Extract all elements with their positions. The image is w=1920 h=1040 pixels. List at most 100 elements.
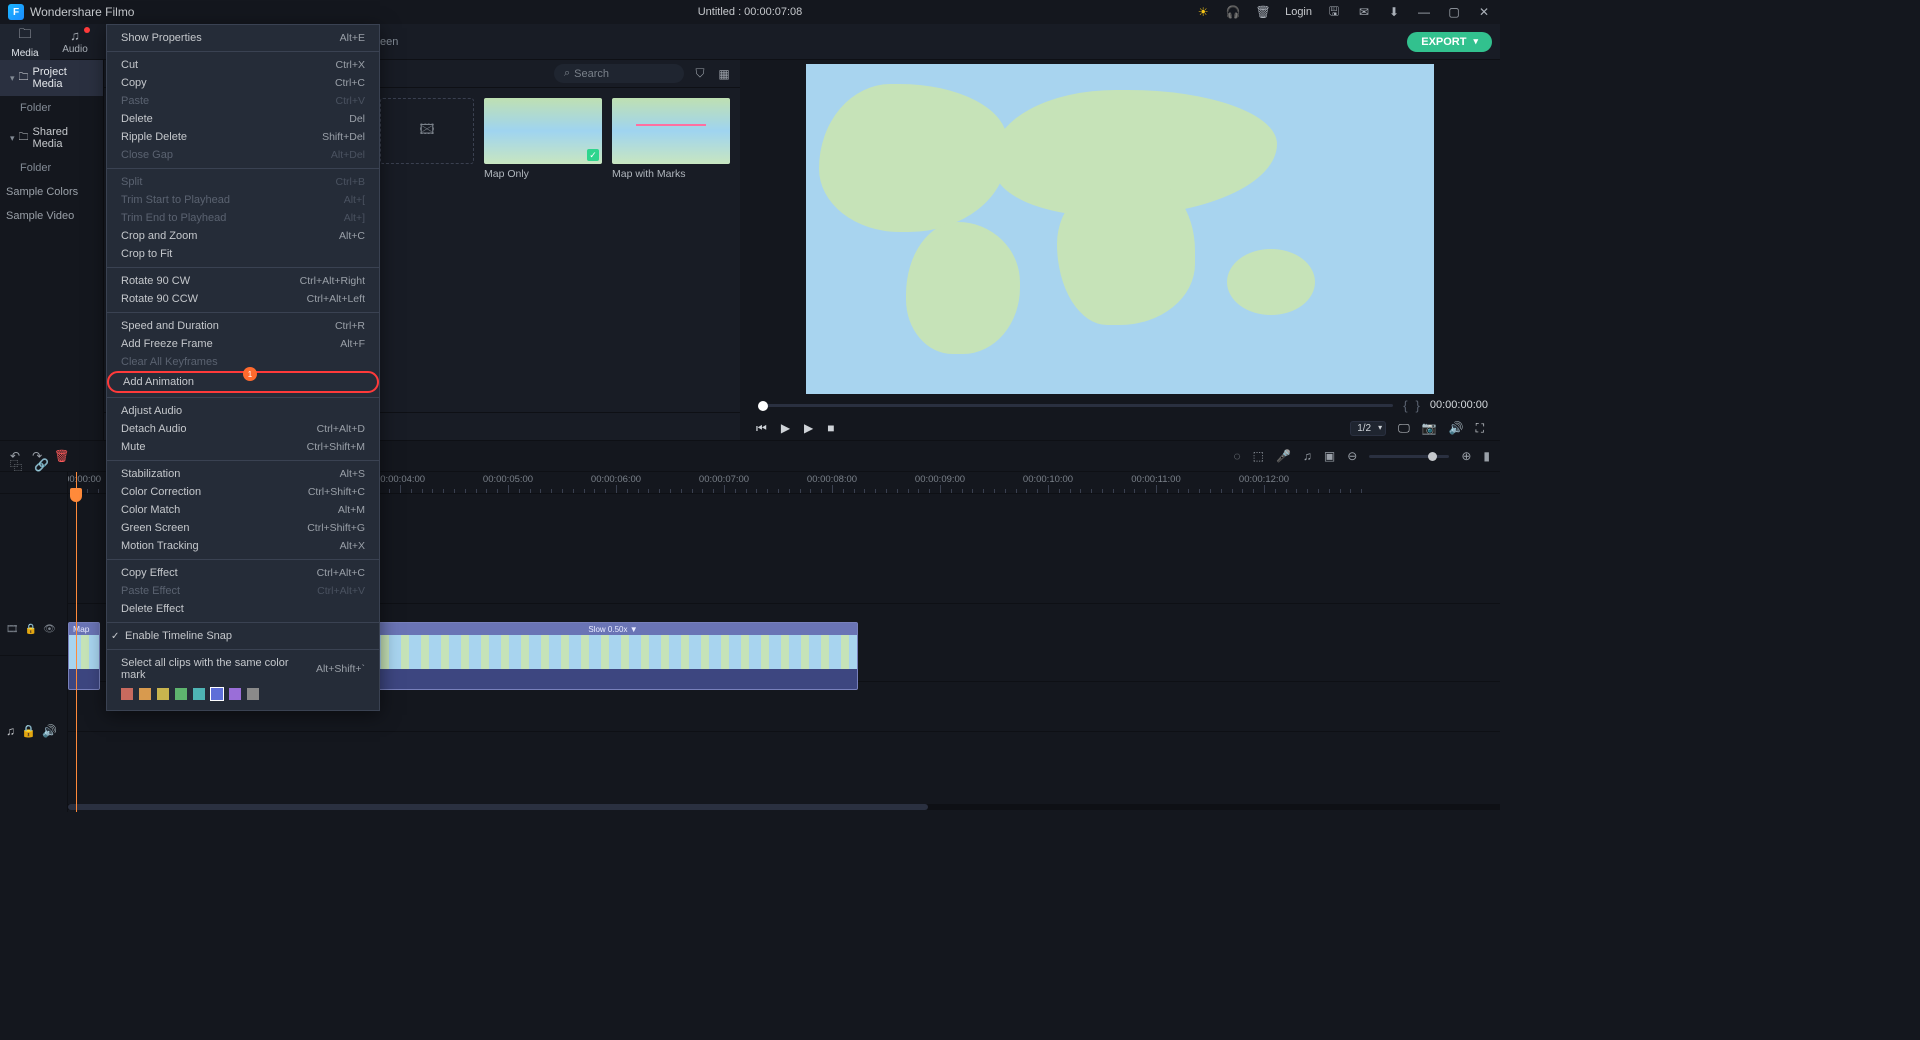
- download-icon[interactable]: ⬇: [1386, 4, 1402, 20]
- brace-right-icon[interactable]: }: [1412, 398, 1424, 413]
- timeline-scrollbar[interactable]: [68, 804, 1500, 810]
- menu-item-cut[interactable]: CutCtrl+X: [107, 56, 379, 74]
- color-swatch[interactable]: [175, 688, 187, 700]
- menu-item-adjust-audio[interactable]: Adjust Audio: [107, 402, 379, 420]
- volume-icon[interactable]: 🔊: [1449, 421, 1464, 435]
- menu-item-label: Adjust Audio: [121, 405, 182, 417]
- menu-item-green-screen[interactable]: Green ScreenCtrl+Shift+G: [107, 519, 379, 537]
- menu-item-speed-and-duration[interactable]: Speed and DurationCtrl+R: [107, 317, 379, 335]
- delete-icon[interactable]: 🗑: [54, 449, 69, 463]
- scrollbar-thumb[interactable]: [68, 804, 928, 810]
- lock-icon[interactable]: 🔒: [21, 724, 36, 738]
- next-frame-icon[interactable]: ▶: [804, 421, 813, 435]
- marker-icon[interactable]: ⬚: [1253, 449, 1264, 463]
- zoom-in-icon[interactable]: ⊕: [1461, 449, 1471, 463]
- video-track-header[interactable]: 🎞 🔒 👁: [0, 604, 67, 656]
- audio-track-header[interactable]: ♫ 🔒 🔊: [0, 716, 67, 746]
- save-icon[interactable]: 🖫: [1326, 4, 1342, 20]
- color-swatch[interactable]: [229, 688, 241, 700]
- sidebar-sample-colors[interactable]: Sample Colors: [0, 180, 103, 204]
- color-swatch[interactable]: [139, 688, 151, 700]
- audio-mixer-icon[interactable]: ♫: [1303, 449, 1312, 463]
- timeline-clip-1[interactable]: Map: [68, 622, 100, 690]
- sidebar-shared-media[interactable]: ▾ 🗀 Shared Media: [0, 120, 103, 156]
- snapshot-icon[interactable]: 📷: [1422, 421, 1437, 435]
- zoom-slider[interactable]: [1369, 455, 1449, 458]
- playhead[interactable]: [76, 472, 77, 812]
- sidebar-project-media[interactable]: ▾ 🗀 Project Media: [0, 60, 103, 96]
- menu-item-delete[interactable]: DeleteDel: [107, 110, 379, 128]
- filter-icon[interactable]: ⛉: [692, 66, 708, 82]
- sidebar-folder-1[interactable]: Folder: [0, 96, 103, 120]
- menu-item-select-all-clips-with-the-same-color-mark[interactable]: Select all clips with the same color mar…: [107, 654, 379, 684]
- grid-view-icon[interactable]: ▦: [716, 66, 732, 82]
- zoom-slider-handle[interactable]: [1428, 452, 1437, 461]
- menu-item-add-animation[interactable]: Add Animation1: [107, 371, 379, 393]
- scrubber-handle[interactable]: [758, 401, 768, 411]
- menu-item-crop-to-fit[interactable]: Crop to Fit: [107, 245, 379, 263]
- ribbon-tab-audio[interactable]: ♫ Audio: [50, 24, 100, 60]
- play-icon[interactable]: ▶: [781, 421, 790, 435]
- color-swatch[interactable]: [121, 688, 133, 700]
- crop-icon[interactable]: ▣: [1324, 449, 1335, 463]
- preview-quality-select[interactable]: 1/2 ▾: [1350, 421, 1386, 436]
- display-icon[interactable]: 🖵: [1398, 421, 1410, 436]
- headphones-icon[interactable]: 🎧: [1225, 4, 1241, 20]
- menu-item-shortcut: Alt+X: [340, 540, 365, 552]
- render-icon[interactable]: ◌: [1233, 449, 1240, 463]
- close-icon[interactable]: ✕: [1476, 4, 1492, 20]
- menu-item-color-match[interactable]: Color MatchAlt+M: [107, 501, 379, 519]
- menu-item-ripple-delete[interactable]: Ripple DeleteShift+Del: [107, 128, 379, 146]
- voiceover-icon[interactable]: 🎤: [1276, 449, 1291, 463]
- menu-item-rotate-90-ccw[interactable]: Rotate 90 CCWCtrl+Alt+Left: [107, 290, 379, 308]
- media-thumb-map-with-marks[interactable]: Map with Marks: [612, 98, 730, 402]
- export-button[interactable]: EXPORT ▾: [1407, 32, 1492, 52]
- menu-item-enable-timeline-snap[interactable]: ✓Enable Timeline Snap: [107, 627, 379, 645]
- search-input[interactable]: ⌕ Search: [554, 64, 684, 83]
- media-thumb-map-only[interactable]: ✓ Map Only: [484, 98, 602, 402]
- preview-scrubber[interactable]: [758, 404, 1393, 407]
- brace-left-icon[interactable]: {: [1399, 398, 1411, 413]
- sidebar-folder-2[interactable]: Folder: [0, 156, 103, 180]
- menu-item-add-freeze-frame[interactable]: Add Freeze FrameAlt+F: [107, 335, 379, 353]
- menu-item-rotate-90-cw[interactable]: Rotate 90 CWCtrl+Alt+Right: [107, 272, 379, 290]
- import-media-card[interactable]: 🖾: [380, 98, 474, 164]
- color-swatch[interactable]: [247, 688, 259, 700]
- mail-icon[interactable]: ✉: [1356, 4, 1372, 20]
- login-link[interactable]: Login: [1285, 6, 1312, 18]
- volume-icon[interactable]: 🔊: [42, 724, 57, 738]
- menu-item-shortcut: Alt+]: [344, 212, 365, 224]
- preview-canvas[interactable]: [806, 64, 1434, 394]
- menu-item-color-correction[interactable]: Color CorrectionCtrl+Shift+C: [107, 483, 379, 501]
- menu-item-copy[interactable]: CopyCtrl+C: [107, 74, 379, 92]
- color-swatch[interactable]: [157, 688, 169, 700]
- minimize-icon[interactable]: —: [1416, 4, 1432, 20]
- color-swatch[interactable]: [211, 688, 223, 700]
- maximize-icon[interactable]: ▢: [1446, 4, 1462, 20]
- trash-icon[interactable]: 🗑: [1255, 4, 1271, 20]
- fullscreen-icon[interactable]: ⛶: [1476, 421, 1484, 436]
- sidebar-sample-video[interactable]: Sample Video: [0, 204, 103, 228]
- color-swatch[interactable]: [193, 688, 205, 700]
- menu-item-stabilization[interactable]: StabilizationAlt+S: [107, 465, 379, 483]
- stop-icon[interactable]: ■: [827, 421, 834, 435]
- menu-item-copy-effect[interactable]: Copy EffectCtrl+Alt+C: [107, 564, 379, 582]
- menu-item-crop-and-zoom[interactable]: Crop and ZoomAlt+C: [107, 227, 379, 245]
- link-icon[interactable]: 🔗: [34, 458, 49, 472]
- prev-frame-icon[interactable]: ⏮: [756, 421, 767, 436]
- timeline-clip-2[interactable]: Slow 0.50x ▼: [368, 622, 858, 690]
- zoom-out-icon[interactable]: ⊖: [1347, 449, 1357, 463]
- copy-icon[interactable]: ⿻: [10, 457, 22, 474]
- sun-icon[interactable]: ☀: [1195, 4, 1211, 20]
- lock-icon[interactable]: 🔒: [25, 624, 37, 635]
- menu-item-label: Motion Tracking: [121, 540, 199, 552]
- playhead-handle[interactable]: [70, 488, 82, 502]
- eye-icon[interactable]: 👁: [43, 624, 56, 635]
- menu-item-delete-effect[interactable]: Delete Effect: [107, 600, 379, 618]
- menu-item-motion-tracking[interactable]: Motion Tracking Alt+X: [107, 537, 379, 555]
- menu-item-mute[interactable]: MuteCtrl+Shift+M: [107, 438, 379, 456]
- menu-item-detach-audio[interactable]: Detach AudioCtrl+Alt+D: [107, 420, 379, 438]
- menu-item-show-properties[interactable]: Show PropertiesAlt+E: [107, 29, 379, 47]
- zoom-fit-icon[interactable]: ▮: [1483, 449, 1490, 463]
- ribbon-tab-media[interactable]: 🗀 Media: [0, 24, 50, 60]
